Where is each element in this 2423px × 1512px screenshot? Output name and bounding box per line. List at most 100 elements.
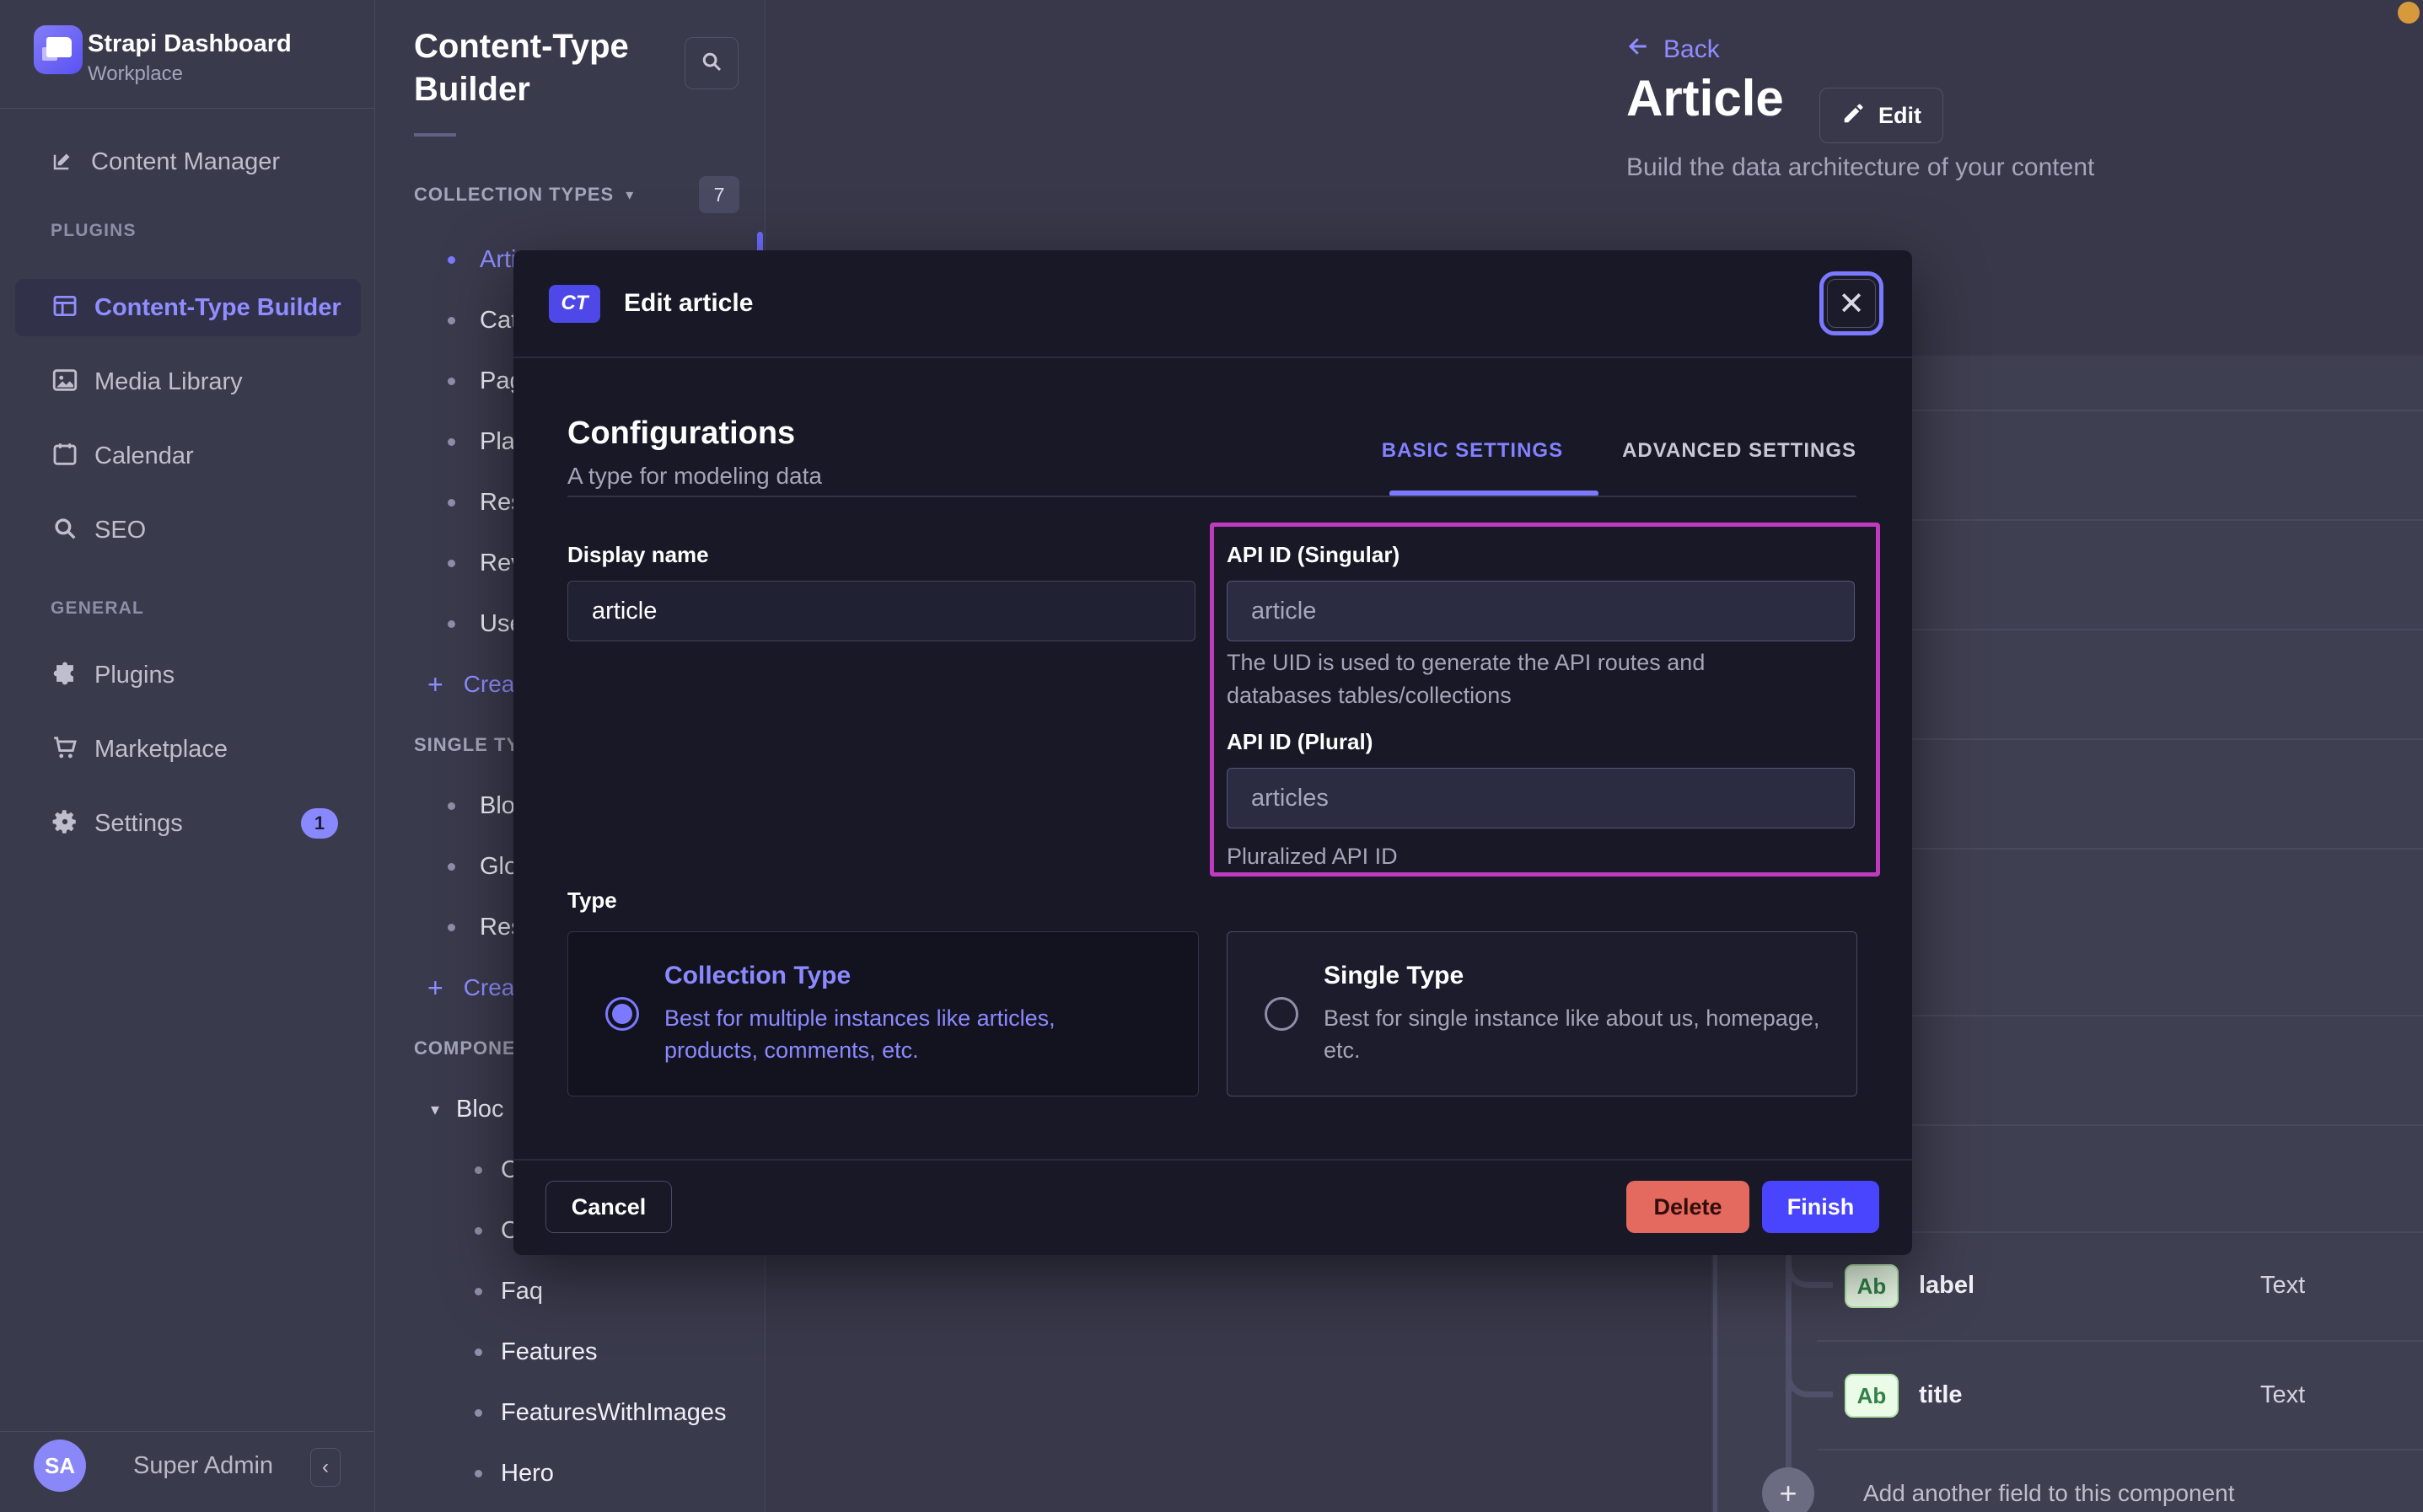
- divider: [414, 133, 456, 137]
- item-label: COMPONE: [414, 1037, 516, 1059]
- bullet-icon: [475, 1409, 482, 1417]
- sidebar-item-features[interactable]: Features: [375, 1322, 765, 1382]
- item-label: SINGLE TY: [414, 734, 519, 756]
- notification-badge: 1: [301, 808, 338, 839]
- plus-icon: +: [427, 669, 443, 700]
- sidebar-item-settings[interactable]: Settings1: [0, 802, 375, 845]
- row-divider: [1817, 1340, 2423, 1342]
- tree-elbow: [1786, 1364, 1833, 1397]
- sidebar-item-label: Plugins: [94, 662, 175, 689]
- divider: [567, 496, 1856, 497]
- sidebar-item-featureswithimages[interactable]: FeaturesWithImages: [375, 1382, 765, 1443]
- bullet-icon: [448, 802, 455, 810]
- add-field-circle-button[interactable]: +: [1762, 1467, 1814, 1512]
- bullet-icon: [475, 1470, 482, 1477]
- text-field-type-badge: Ab: [1845, 1264, 1899, 1308]
- radio-selected-icon[interactable]: [605, 997, 639, 1031]
- calendar-icon: [0, 440, 79, 473]
- api-id-plural-hint: Pluralized API ID: [1227, 840, 1398, 873]
- collection-type-card[interactable]: Collection Type Best for multiple instan…: [567, 931, 1199, 1096]
- display-name-label: Display name: [567, 542, 709, 568]
- field-name: title: [1919, 1381, 1963, 1409]
- sidebar-item-faq[interactable]: Faq: [375, 1261, 765, 1322]
- api-id-singular-hint: The UID is used to generate the API rout…: [1227, 646, 1800, 712]
- configurations-title: Configurations: [567, 416, 795, 452]
- content-type-badge: CT: [549, 285, 600, 323]
- sidebar-item-seo[interactable]: SEO: [0, 508, 375, 552]
- bullet-icon: [448, 924, 455, 931]
- display-name-input[interactable]: [567, 581, 1195, 641]
- nav-section-label-plugins: PLUGINS: [51, 221, 137, 241]
- close-icon: ✕: [1838, 285, 1865, 323]
- finish-button[interactable]: Finish: [1762, 1181, 1879, 1233]
- collapse-sidebar-button[interactable]: ‹: [310, 1448, 341, 1487]
- sidebar-item-content-manager[interactable]: Content Manager: [0, 140, 375, 184]
- bullet-icon: [448, 378, 455, 385]
- back-label: Back: [1663, 35, 1720, 64]
- single-type-desc: Best for single instance like about us, …: [1324, 1002, 1856, 1066]
- cart-icon: [0, 733, 79, 766]
- item-label: FeaturesWithImages: [501, 1399, 727, 1427]
- sidebar-item-marketplace[interactable]: Marketplace: [0, 727, 375, 771]
- bullet-icon: [475, 1288, 482, 1295]
- bullet-icon: [448, 317, 455, 324]
- add-field-row-label[interactable]: Add another field to this component: [1863, 1480, 2235, 1507]
- bullet-icon: [448, 560, 455, 567]
- back-link[interactable]: Back: [1626, 34, 1720, 66]
- bullet-icon: [448, 256, 455, 264]
- plus-icon: +: [427, 973, 443, 1004]
- tree-elbow: [1786, 1254, 1833, 1288]
- sidebar-item-plugins[interactable]: Plugins: [0, 653, 375, 697]
- tab-advanced-settings[interactable]: ADVANCED SETTINGS: [1622, 439, 1856, 463]
- sidebar-item-hero[interactable]: Hero: [375, 1443, 765, 1504]
- avatar[interactable]: SA: [34, 1440, 86, 1492]
- recording-indicator-dot: [2398, 2, 2420, 24]
- edit-article-modal: CT Edit article ✕ Configurations A type …: [513, 250, 1912, 1255]
- collection-types-header[interactable]: COLLECTION TYPES ▾ 7: [414, 174, 739, 216]
- single-type-title: Single Type: [1324, 962, 1856, 990]
- count-badge: 7: [699, 176, 739, 213]
- modal-title: Edit article: [624, 289, 753, 318]
- delete-button[interactable]: Delete: [1626, 1181, 1749, 1233]
- bullet-icon: [475, 1348, 482, 1356]
- search-button[interactable]: [685, 37, 739, 89]
- divider: [0, 1431, 374, 1432]
- sidebar-item-label: Calendar: [94, 442, 194, 470]
- bullet-icon: [475, 1166, 482, 1174]
- edit-button[interactable]: Edit: [1819, 88, 1943, 143]
- sidebar-item-label: Content-Type Builder: [94, 294, 341, 322]
- bullet-icon: [448, 438, 455, 446]
- sidebar-item-label: Marketplace: [94, 736, 228, 764]
- page-title: Article: [1626, 69, 1784, 127]
- workspace-title: Strapi Dashboard: [88, 30, 292, 58]
- bullet-icon: [448, 499, 455, 507]
- workspace-subtitle: Workplace: [88, 62, 183, 86]
- item-label: Features: [501, 1338, 597, 1366]
- field-type: Text: [2260, 1272, 2305, 1300]
- cancel-button[interactable]: Cancel: [545, 1181, 672, 1233]
- type-label: Type: [567, 887, 617, 914]
- text-field-type-badge: Ab: [1845, 1374, 1899, 1418]
- item-label: Hero: [501, 1460, 554, 1488]
- bullet-icon: [448, 863, 455, 871]
- modal-footer: Cancel Delete Finish: [513, 1159, 1912, 1255]
- feather-icon: [0, 147, 76, 177]
- radio-unselected-icon[interactable]: [1265, 997, 1298, 1031]
- api-id-singular-input[interactable]: [1227, 581, 1855, 641]
- sidebar-item-content-type-builder[interactable]: Content-Type Builder: [15, 279, 361, 336]
- bullet-icon: [475, 1227, 482, 1235]
- builder-title: Content-Type Builder: [414, 25, 650, 111]
- divider: [0, 108, 374, 109]
- single-type-card[interactable]: Single Type Best for single instance lik…: [1227, 931, 1857, 1096]
- close-button[interactable]: ✕: [1819, 271, 1883, 335]
- sidebar-item-media-library[interactable]: Media Library: [0, 360, 375, 404]
- api-id-plural-input[interactable]: [1227, 768, 1855, 828]
- arrow-left-icon: [1626, 34, 1652, 66]
- sidebar-item-label: Content Manager: [91, 148, 280, 176]
- field-name: label: [1919, 1272, 1974, 1300]
- tab-basic-settings[interactable]: BASIC SETTINGS: [1382, 439, 1563, 463]
- field-type: Text: [2260, 1381, 2305, 1409]
- pencil-icon: [1841, 100, 1867, 131]
- sidebar-item-calendar[interactable]: Calendar: [0, 434, 375, 478]
- sidebar-item-label: Media Library: [94, 368, 243, 396]
